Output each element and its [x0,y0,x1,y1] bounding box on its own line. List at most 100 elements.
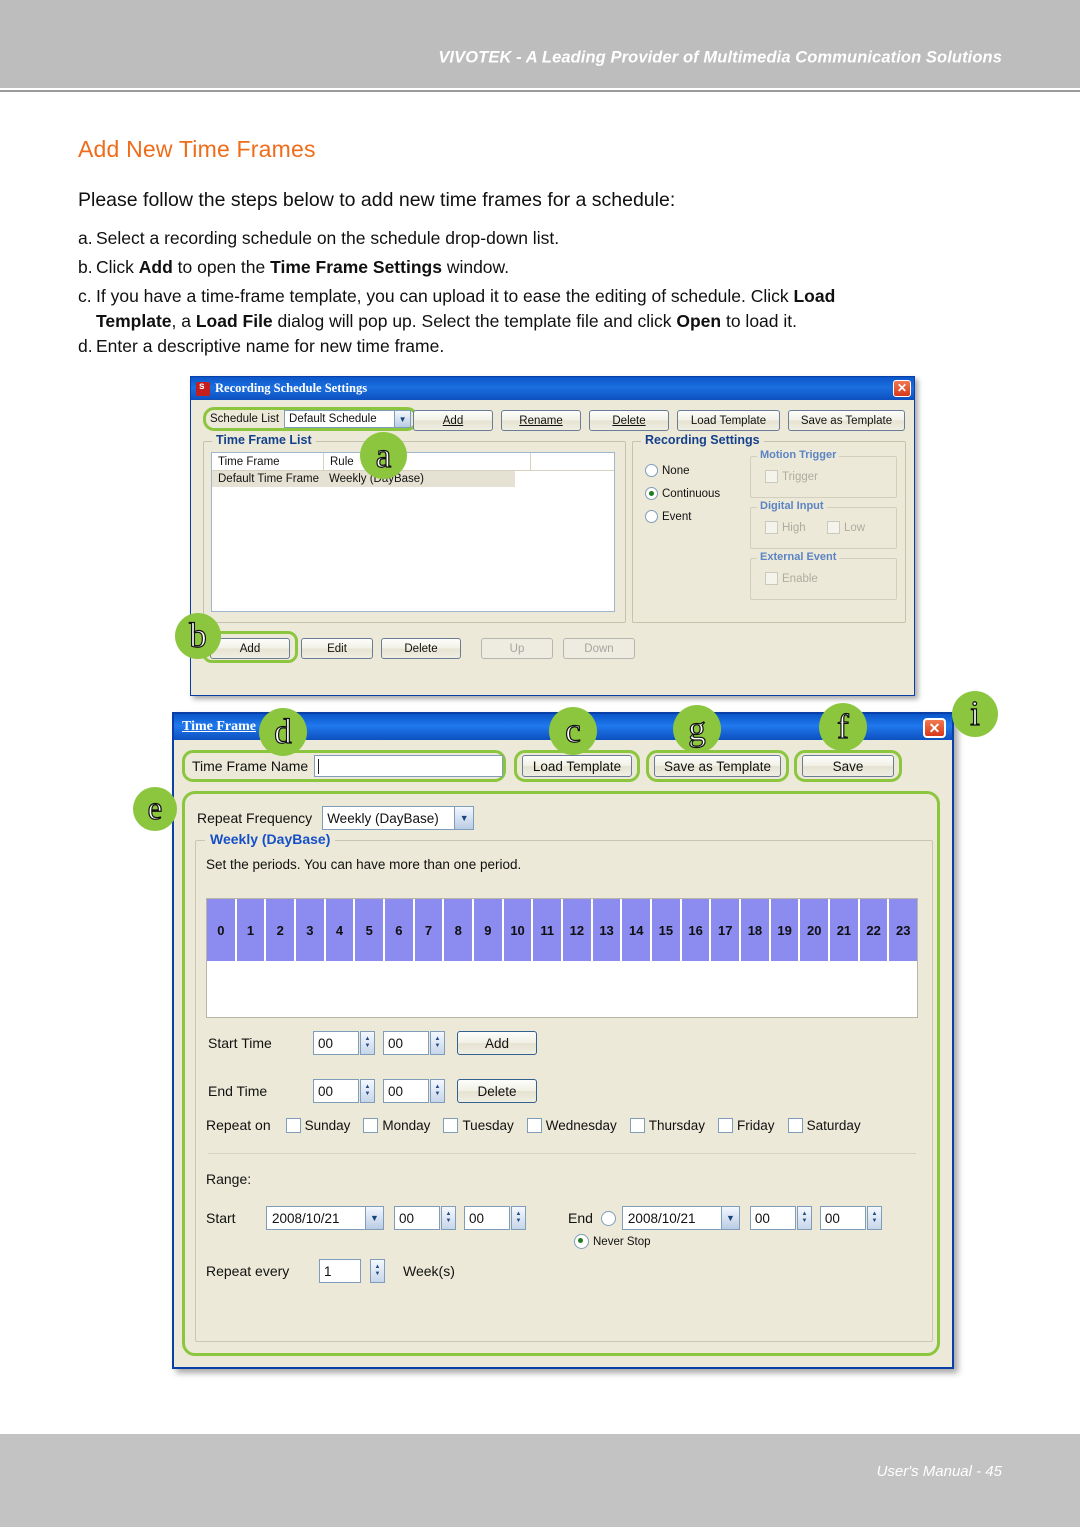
load-template-button[interactable]: Load Template [677,410,780,431]
close-icon[interactable]: ✕ [893,380,911,397]
move-up-button[interactable]: Up [481,638,553,659]
repeat-every-unit: Week(s) [403,1263,455,1279]
range-start-hour-stepper[interactable]: ▲ ▼ [441,1206,456,1230]
step-c: c. If you have a time-frame template, you… [78,284,958,335]
save-as-template-button[interactable]: Save as Template [788,410,905,431]
checkbox-wednesday[interactable]: Wednesday [526,1117,617,1133]
move-down-button[interactable]: Down [563,638,635,659]
checkbox-low[interactable]: Low [827,521,865,534]
rename-schedule-button[interactable]: Rename [501,410,581,431]
add-period-button[interactable]: Add [457,1031,537,1055]
hour-block[interactable]: 4 [325,899,354,961]
hour-block[interactable]: 8 [444,899,473,961]
checkbox-high[interactable]: High [765,521,806,534]
hour-block[interactable]: 7 [414,899,443,961]
hour-block[interactable]: 0 [207,899,235,961]
hour-block[interactable]: 20 [800,899,829,961]
range-start-minute-input[interactable]: 00 [464,1206,510,1230]
radio-continuous[interactable]: Continuous [645,487,720,500]
delete-period-button[interactable]: Delete [457,1079,537,1103]
range-end-hour-input[interactable]: 00 [749,1206,796,1230]
hour-block[interactable]: 11 [533,899,562,961]
hour-block[interactable]: 12 [563,899,591,961]
hour-block[interactable]: 1 [236,899,265,961]
range-start-minute-stepper[interactable]: ▲ ▼ [511,1206,526,1230]
hour-block[interactable]: 21 [830,899,858,961]
delete-schedule-button[interactable]: Delete [589,410,669,431]
end-time-row: End Time 00 ▲ ▼ 00 ▲ ▼ Delete [208,1079,537,1103]
radio-never-stop[interactable]: Never Stop [574,1234,651,1249]
radio-event[interactable]: Event [645,510,691,523]
time-frame-name-input[interactable] [314,755,503,777]
hour-timeline[interactable]: 0 1 2 3 4 5 6 7 8 9 10 11 12 13 14 15 16 [206,898,918,1018]
hour-block[interactable]: 13 [592,899,621,961]
table-row[interactable]: Default Time Frame Weekly (DayBase) [212,471,515,487]
checkbox-enable[interactable]: Enable [765,572,818,585]
hour-blocks: 0 1 2 3 4 5 6 7 8 9 10 11 12 13 14 15 16 [207,899,918,961]
range-start-hour-input[interactable]: 00 [394,1206,440,1230]
add-schedule-button[interactable]: Add [413,410,493,431]
end-time-hour-input[interactable]: 00 [313,1079,359,1103]
checkbox-tuesday[interactable]: Tuesday [443,1117,514,1133]
stepper-down-icon: ▼ [374,1271,381,1277]
checkbox-low-box [827,521,840,534]
hour-block[interactable]: 10 [503,899,532,961]
end-time-hour-stepper[interactable]: ▲ ▼ [360,1079,375,1103]
save-button[interactable]: Save [802,755,894,777]
hour-block[interactable]: 2 [266,899,295,961]
hour-block[interactable]: 19 [770,899,799,961]
checkbox-trigger[interactable]: Trigger [765,470,818,483]
checkbox-monday[interactable]: Monday [363,1117,430,1133]
checkbox-saturday[interactable]: Saturday [787,1117,861,1133]
hour-block[interactable]: 14 [622,899,651,961]
delete-time-frame-button[interactable]: Delete [381,638,461,659]
hour-block[interactable]: 6 [385,899,413,961]
hour-block[interactable]: 5 [355,899,384,961]
schedule-list-select[interactable]: Default Schedule ▼ [284,410,412,428]
add-time-frame-button[interactable]: Add [210,638,290,659]
range-end-minute-input[interactable]: 00 [819,1206,866,1230]
checkbox-thursday[interactable]: Thursday [629,1117,705,1133]
checkbox-friday[interactable]: Friday [718,1117,775,1133]
repeat-frequency-select[interactable]: Weekly (DayBase) ▼ [322,806,475,830]
hour-block[interactable]: 16 [681,899,710,961]
repeat-every-stepper[interactable]: ▲ ▼ [370,1259,385,1283]
radio-none[interactable]: None [645,464,690,477]
add-schedule-label: Add [442,414,464,427]
stepper-up-icon: ▲ [801,1211,808,1217]
save-label: Save [832,758,864,774]
callout-a: a [360,432,407,479]
repeat-frequency-row: Repeat Frequency Weekly (DayBase) ▼ [197,806,475,830]
external-event-group: External Event Enable [750,551,897,600]
start-time-hour-stepper[interactable]: ▲ ▼ [360,1031,375,1055]
range-end-hour-stepper[interactable]: ▲ ▼ [796,1206,812,1230]
hour-block[interactable]: 9 [474,899,502,961]
hour-block[interactable]: 22 [859,899,888,961]
range-end-date-select[interactable]: 2008/10/21 ▼ [621,1206,740,1230]
radio-end-date[interactable] [600,1210,616,1226]
hour-block[interactable]: 17 [711,899,740,961]
time-frame-list-header: Time Frame Rule [212,453,614,471]
end-time-label: End Time [208,1083,268,1099]
start-time-hour-input[interactable]: 00 [313,1031,359,1055]
end-time-minute-stepper[interactable]: ▲ ▼ [430,1079,445,1103]
hour-block[interactable]: 18 [741,899,769,961]
start-time-minute-input[interactable]: 00 [383,1031,429,1055]
window1-titlebar[interactable]: Recording Schedule Settings ✕ [191,377,914,400]
close-icon[interactable]: ✕ [923,718,946,738]
repeat-every-input[interactable]: 1 [319,1259,361,1283]
range-start-date-select[interactable]: 2008/10/21 ▼ [266,1206,384,1230]
hour-block[interactable]: 3 [296,899,324,961]
load-template-button[interactable]: Load Template [522,755,632,777]
edit-time-frame-button[interactable]: Edit [301,638,373,659]
save-as-template-button[interactable]: Save as Template [654,755,781,777]
hour-block[interactable]: 23 [889,899,918,961]
radio-none-dot [645,464,658,477]
time-frame-list[interactable]: Time Frame Rule Default Time Frame Weekl… [211,452,615,612]
end-time-minute-input[interactable]: 00 [383,1079,429,1103]
start-time-minute-stepper[interactable]: ▲ ▼ [430,1031,445,1055]
checkbox-sunday[interactable]: Sunday [285,1117,350,1133]
stepper-up-icon: ▲ [364,1084,371,1090]
hour-block[interactable]: 15 [652,899,680,961]
range-end-minute-stepper[interactable]: ▲ ▼ [866,1206,882,1230]
